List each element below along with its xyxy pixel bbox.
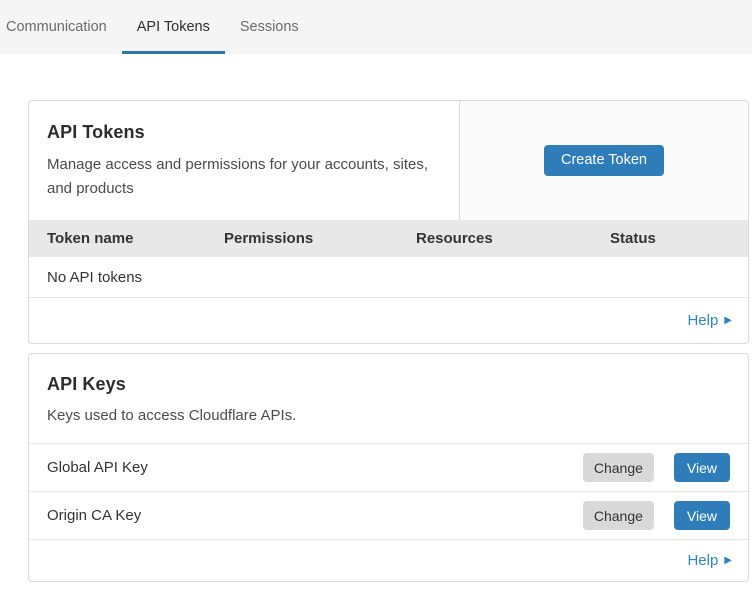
tokens-table-header: Token name Permissions Resources Status	[29, 220, 748, 257]
origin-ca-key-view-button[interactable]: View	[674, 501, 730, 530]
help-arrow-icon: ▶	[724, 315, 732, 326]
api-keys-card-header: API Keys Keys used to access Cloudflare …	[29, 354, 748, 444]
page-content: API Tokens Manage access and permissions…	[0, 54, 752, 582]
help-link-label: Help	[687, 552, 718, 569]
column-token-name: Token name	[29, 230, 206, 247]
api-tokens-description: Manage access and permissions for your a…	[47, 153, 441, 201]
tab-api-tokens[interactable]: API Tokens	[122, 0, 225, 54]
tab-sessions[interactable]: Sessions	[225, 0, 314, 54]
api-tokens-header-action: Create Token	[460, 101, 748, 220]
tab-communication[interactable]: Communication	[0, 0, 122, 54]
api-tokens-header-text: API Tokens Manage access and permissions…	[29, 101, 460, 220]
global-api-key-row: Global API Key Change View	[29, 444, 748, 492]
api-tokens-help-link[interactable]: Help ▶	[687, 312, 732, 329]
origin-ca-key-change-button[interactable]: Change	[583, 501, 654, 530]
api-tokens-card-footer: Help ▶	[29, 298, 748, 343]
column-resources: Resources	[398, 230, 592, 247]
column-permissions: Permissions	[206, 230, 398, 247]
api-keys-card-footer: Help ▶	[29, 540, 748, 581]
api-tokens-card-header: API Tokens Manage access and permissions…	[29, 101, 748, 220]
api-keys-card: API Keys Keys used to access Cloudflare …	[28, 353, 749, 582]
api-keys-description: Keys used to access Cloudflare APIs.	[47, 405, 730, 427]
origin-ca-key-label: Origin CA Key	[47, 507, 583, 524]
help-link-label: Help	[687, 312, 718, 329]
api-keys-help-link[interactable]: Help ▶	[687, 552, 732, 569]
tokens-empty-row: No API tokens	[29, 257, 748, 298]
origin-ca-key-row: Origin CA Key Change View	[29, 492, 748, 540]
help-arrow-icon: ▶	[724, 555, 732, 566]
create-token-button[interactable]: Create Token	[544, 145, 664, 177]
global-api-key-label: Global API Key	[47, 459, 583, 476]
global-api-key-view-button[interactable]: View	[674, 453, 730, 482]
tab-bar: Communication API Tokens Sessions	[0, 0, 752, 54]
api-keys-title: API Keys	[47, 374, 730, 395]
global-api-key-change-button[interactable]: Change	[583, 453, 654, 482]
api-tokens-card: API Tokens Manage access and permissions…	[28, 100, 749, 344]
column-status: Status	[592, 230, 748, 247]
api-tokens-title: API Tokens	[47, 122, 441, 143]
